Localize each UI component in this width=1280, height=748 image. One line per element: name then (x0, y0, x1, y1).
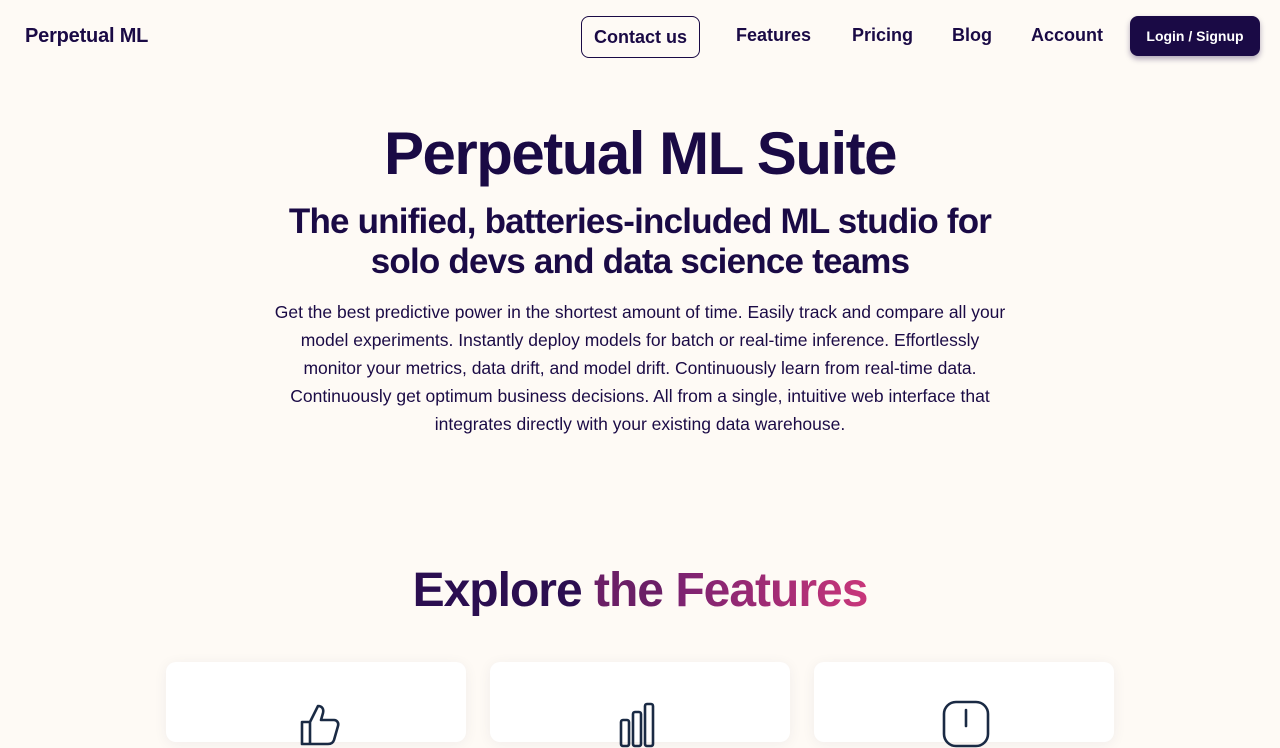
feature-card-2[interactable] (490, 662, 790, 748)
hero-desc-line: monitor your metrics, data drift, and mo… (303, 358, 977, 378)
hero-desc-line: model experiments. Instantly deploy mode… (300, 330, 980, 350)
hero-description: Get the best predictive power in the sho… (255, 298, 1025, 438)
hero-title: Perpetual ML Suite (383, 120, 898, 187)
hero-desc-line: Continuously get optimum business decisi… (290, 386, 990, 406)
features-title-word-1: Explore (412, 564, 583, 617)
features-section-title: Explore the Features (0, 562, 1280, 620)
brand-logo[interactable]: Perpetual ML (25, 25, 148, 48)
feature-card-3[interactable] (814, 662, 1114, 748)
login-signup-button[interactable]: Login / Signup (1130, 16, 1260, 56)
nav-link-account[interactable]: Account (1031, 25, 1103, 46)
thumbs-up-icon (300, 704, 340, 746)
nav-link-features[interactable]: Features (736, 25, 811, 46)
hero-desc-line: integrates directly with your existing d… (434, 414, 846, 434)
features-title-word-2: the (593, 564, 664, 617)
top-navbar: Perpetual ML Contact us Features Pricing… (0, 0, 1280, 72)
bar-chart-icon (619, 702, 655, 748)
features-title-word-3: Features (675, 564, 868, 617)
clock-icon (942, 700, 990, 748)
hero-subtitle-line-1: The unified, batteries-included ML studi… (288, 202, 992, 241)
feature-card-1[interactable] (166, 662, 466, 746)
hero-subtitle-line-2: solo devs and data science teams (370, 242, 910, 281)
nav-link-pricing[interactable]: Pricing (852, 25, 913, 46)
contact-us-button[interactable]: Contact us (581, 16, 700, 58)
hero-subtitle: The unified, batteries-included ML studi… (240, 202, 1040, 282)
nav-link-blog[interactable]: Blog (952, 25, 992, 46)
hero-desc-line: Get the best predictive power in the sho… (274, 302, 1006, 322)
